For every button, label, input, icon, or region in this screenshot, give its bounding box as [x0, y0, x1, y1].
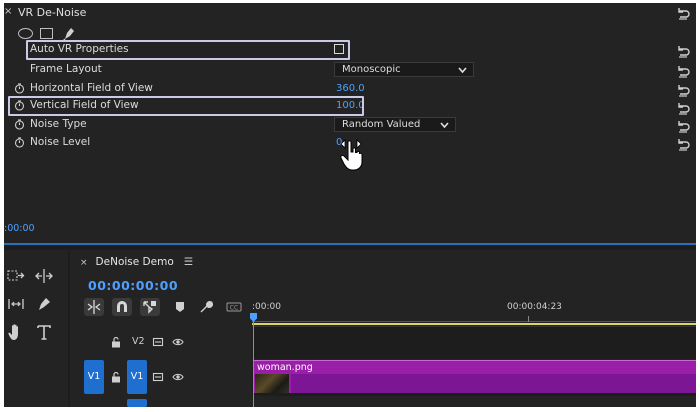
sequence-name: DeNoise Demo — [95, 256, 174, 268]
svg-text:CC: CC — [230, 305, 238, 312]
stopwatch-icon[interactable] — [14, 83, 25, 94]
reset-param-icon[interactable] — [676, 44, 690, 58]
panel-focus-line — [4, 243, 696, 245]
clip-woman-png[interactable]: woman.png — [253, 360, 696, 393]
time-ruler[interactable] — [252, 314, 696, 322]
eye-icon[interactable] — [172, 336, 184, 348]
playhead-timecode[interactable]: 00:00:00:00 — [88, 278, 178, 293]
stopwatch-icon[interactable] — [14, 119, 25, 130]
prop-label: Noise Level — [30, 136, 91, 148]
wrench-settings-icon[interactable] — [198, 299, 214, 315]
highlight-vertical-fov — [8, 96, 364, 116]
prop-label: Frame Layout — [30, 63, 102, 75]
add-marker-icon[interactable] — [172, 299, 188, 315]
linked-selection-button[interactable] — [140, 298, 160, 316]
reset-param-icon[interactable] — [676, 64, 690, 78]
ellipse-mask-icon[interactable] — [18, 28, 33, 39]
playhead-line[interactable] — [253, 314, 254, 407]
chevron-down-icon — [440, 121, 449, 132]
work-area-bar[interactable] — [252, 323, 696, 325]
ruler-mark-label: 00:00:04:23 — [507, 302, 562, 312]
track-select-tool-icon[interactable] — [6, 266, 26, 286]
lock-icon[interactable] — [110, 336, 122, 348]
track-header-v1: V1 V1 — [70, 360, 252, 396]
timeline-panel: × DeNoise Demo ☰ 00:00:00:00 CC :00:00 00:… — [70, 250, 696, 407]
source-patch-v1[interactable]: V1 — [84, 360, 104, 394]
noise-type-dropdown[interactable]: Random Valued — [334, 117, 456, 132]
prop-frame-layout: Frame Layout Monoscopic — [4, 61, 696, 79]
reset-param-icon[interactable] — [676, 137, 690, 151]
nest-toggle-button[interactable] — [84, 298, 104, 316]
effect-title: VR De-Noise — [18, 6, 87, 19]
effect-timecode: :00:00 — [4, 223, 35, 234]
frame-layout-dropdown[interactable]: Monoscopic — [334, 62, 474, 77]
slip-tool-icon[interactable] — [6, 294, 26, 314]
clip-body — [291, 374, 696, 393]
rectangle-mask-icon[interactable] — [40, 28, 53, 39]
track-target-a1[interactable] — [127, 399, 147, 407]
pen-tool-icon[interactable] — [34, 294, 54, 314]
ruler-start-label: :00:00 — [252, 302, 281, 312]
reset-param-icon[interactable] — [676, 83, 690, 97]
eye-icon[interactable] — [172, 371, 184, 383]
panel-menu-icon[interactable]: ☰ — [184, 256, 193, 268]
track-header-v2: V2 — [70, 326, 252, 359]
effect-controls-panel: × VR De-Noise Auto VR Properties Frame L… — [4, 3, 696, 246]
reset-param-icon[interactable] — [676, 119, 690, 133]
hand-tool-icon[interactable] — [6, 322, 26, 342]
track-name-v2: V2 — [132, 336, 145, 347]
reset-param-icon[interactable] — [676, 101, 690, 115]
dropdown-value: Random Valued — [342, 119, 421, 130]
prop-noise-type: Noise Type Random Valued — [4, 116, 696, 134]
stopwatch-icon[interactable] — [14, 137, 25, 148]
close-icon[interactable]: × — [80, 258, 88, 268]
lock-icon[interactable] — [110, 371, 122, 383]
track-lane-v2[interactable] — [252, 326, 696, 359]
prop-label: Horizontal Field of View — [30, 82, 153, 94]
premiere-window: × VR De-Noise Auto VR Properties Frame L… — [4, 3, 696, 407]
sequence-tab[interactable]: × DeNoise Demo ☰ — [80, 256, 193, 268]
scrub-hand-cursor-icon — [339, 138, 365, 172]
track-target-v1[interactable]: V1 — [127, 360, 147, 394]
prop-label: Noise Type — [30, 118, 87, 130]
tools-panel — [4, 250, 68, 407]
highlight-auto-vr — [26, 40, 350, 60]
dropdown-value: Monoscopic — [342, 64, 401, 75]
snap-magnet-button[interactable] — [112, 298, 132, 316]
effect-remove-icon[interactable]: × — [4, 6, 12, 17]
ripple-edit-tool-icon[interactable] — [34, 266, 54, 286]
sync-lock-icon[interactable] — [152, 371, 164, 383]
effect-header[interactable]: × VR De-Noise — [4, 3, 696, 23]
sync-lock-icon[interactable] — [152, 336, 164, 348]
reset-effect-icon[interactable] — [676, 6, 690, 20]
type-tool-icon[interactable] — [34, 322, 54, 342]
captions-icon[interactable]: CC — [226, 299, 242, 315]
clip-name: woman.png — [257, 362, 313, 373]
clip-thumbnail — [255, 374, 289, 393]
chevron-down-icon — [458, 66, 467, 77]
horizontal-fov-value[interactable]: 360.0 — [336, 83, 365, 94]
